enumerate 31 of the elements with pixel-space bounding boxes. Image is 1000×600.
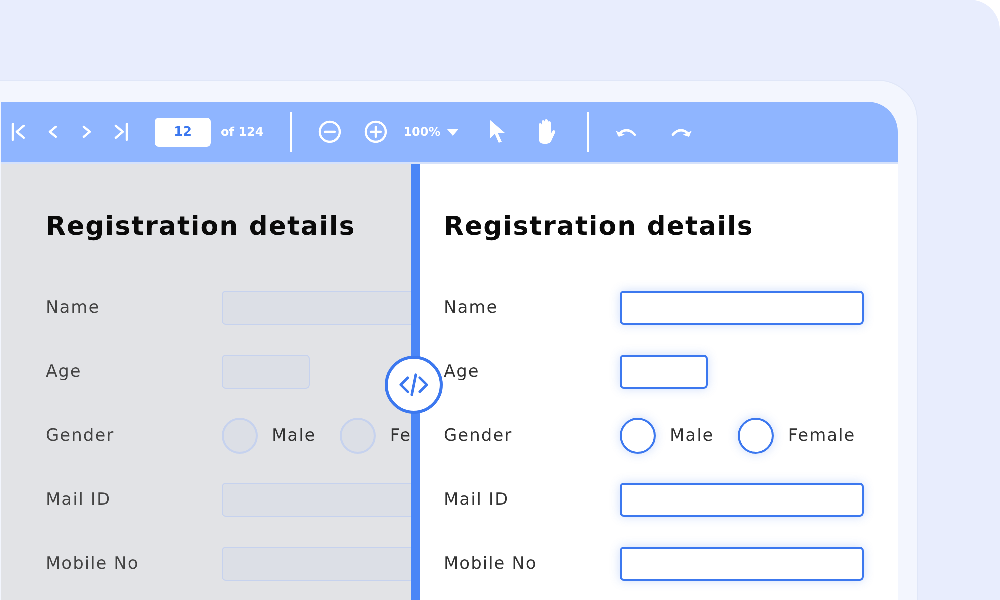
last-page-icon[interactable] [113, 123, 129, 141]
field-label: Age [444, 362, 481, 382]
field-label: Age [46, 362, 83, 382]
field-label: Gender [46, 426, 116, 446]
first-page-icon[interactable] [11, 123, 27, 141]
form-title: Registration details [444, 212, 755, 242]
field-label: Gender [444, 426, 514, 446]
radio-label: Male [272, 426, 316, 446]
field-label: Mail ID [444, 490, 510, 510]
radio-button[interactable] [738, 418, 774, 454]
pointer-icon[interactable] [488, 119, 505, 145]
radio-button[interactable] [620, 418, 656, 454]
input-field[interactable] [620, 355, 708, 389]
page-number-field[interactable]: 12 [155, 118, 211, 146]
radio-label: Male [670, 426, 714, 446]
input-field[interactable] [620, 547, 864, 581]
radio-label: Female [788, 426, 856, 446]
field-label: Name [46, 298, 102, 318]
field-label: Name [444, 298, 500, 318]
code-icon [399, 373, 429, 397]
zoom-out-icon[interactable] [318, 120, 342, 144]
page-count: of 124 [221, 125, 264, 139]
radio-label: Fe [390, 426, 411, 446]
field-label: Mobile No [444, 554, 538, 574]
field-label: Mobile No [46, 554, 140, 574]
form-title: Registration details [46, 212, 357, 242]
zoom-in-icon[interactable] [364, 120, 388, 144]
field-label: Mail ID [46, 490, 112, 510]
input-field[interactable] [620, 483, 864, 517]
input-field[interactable] [620, 291, 864, 325]
caret-icon [446, 128, 459, 136]
